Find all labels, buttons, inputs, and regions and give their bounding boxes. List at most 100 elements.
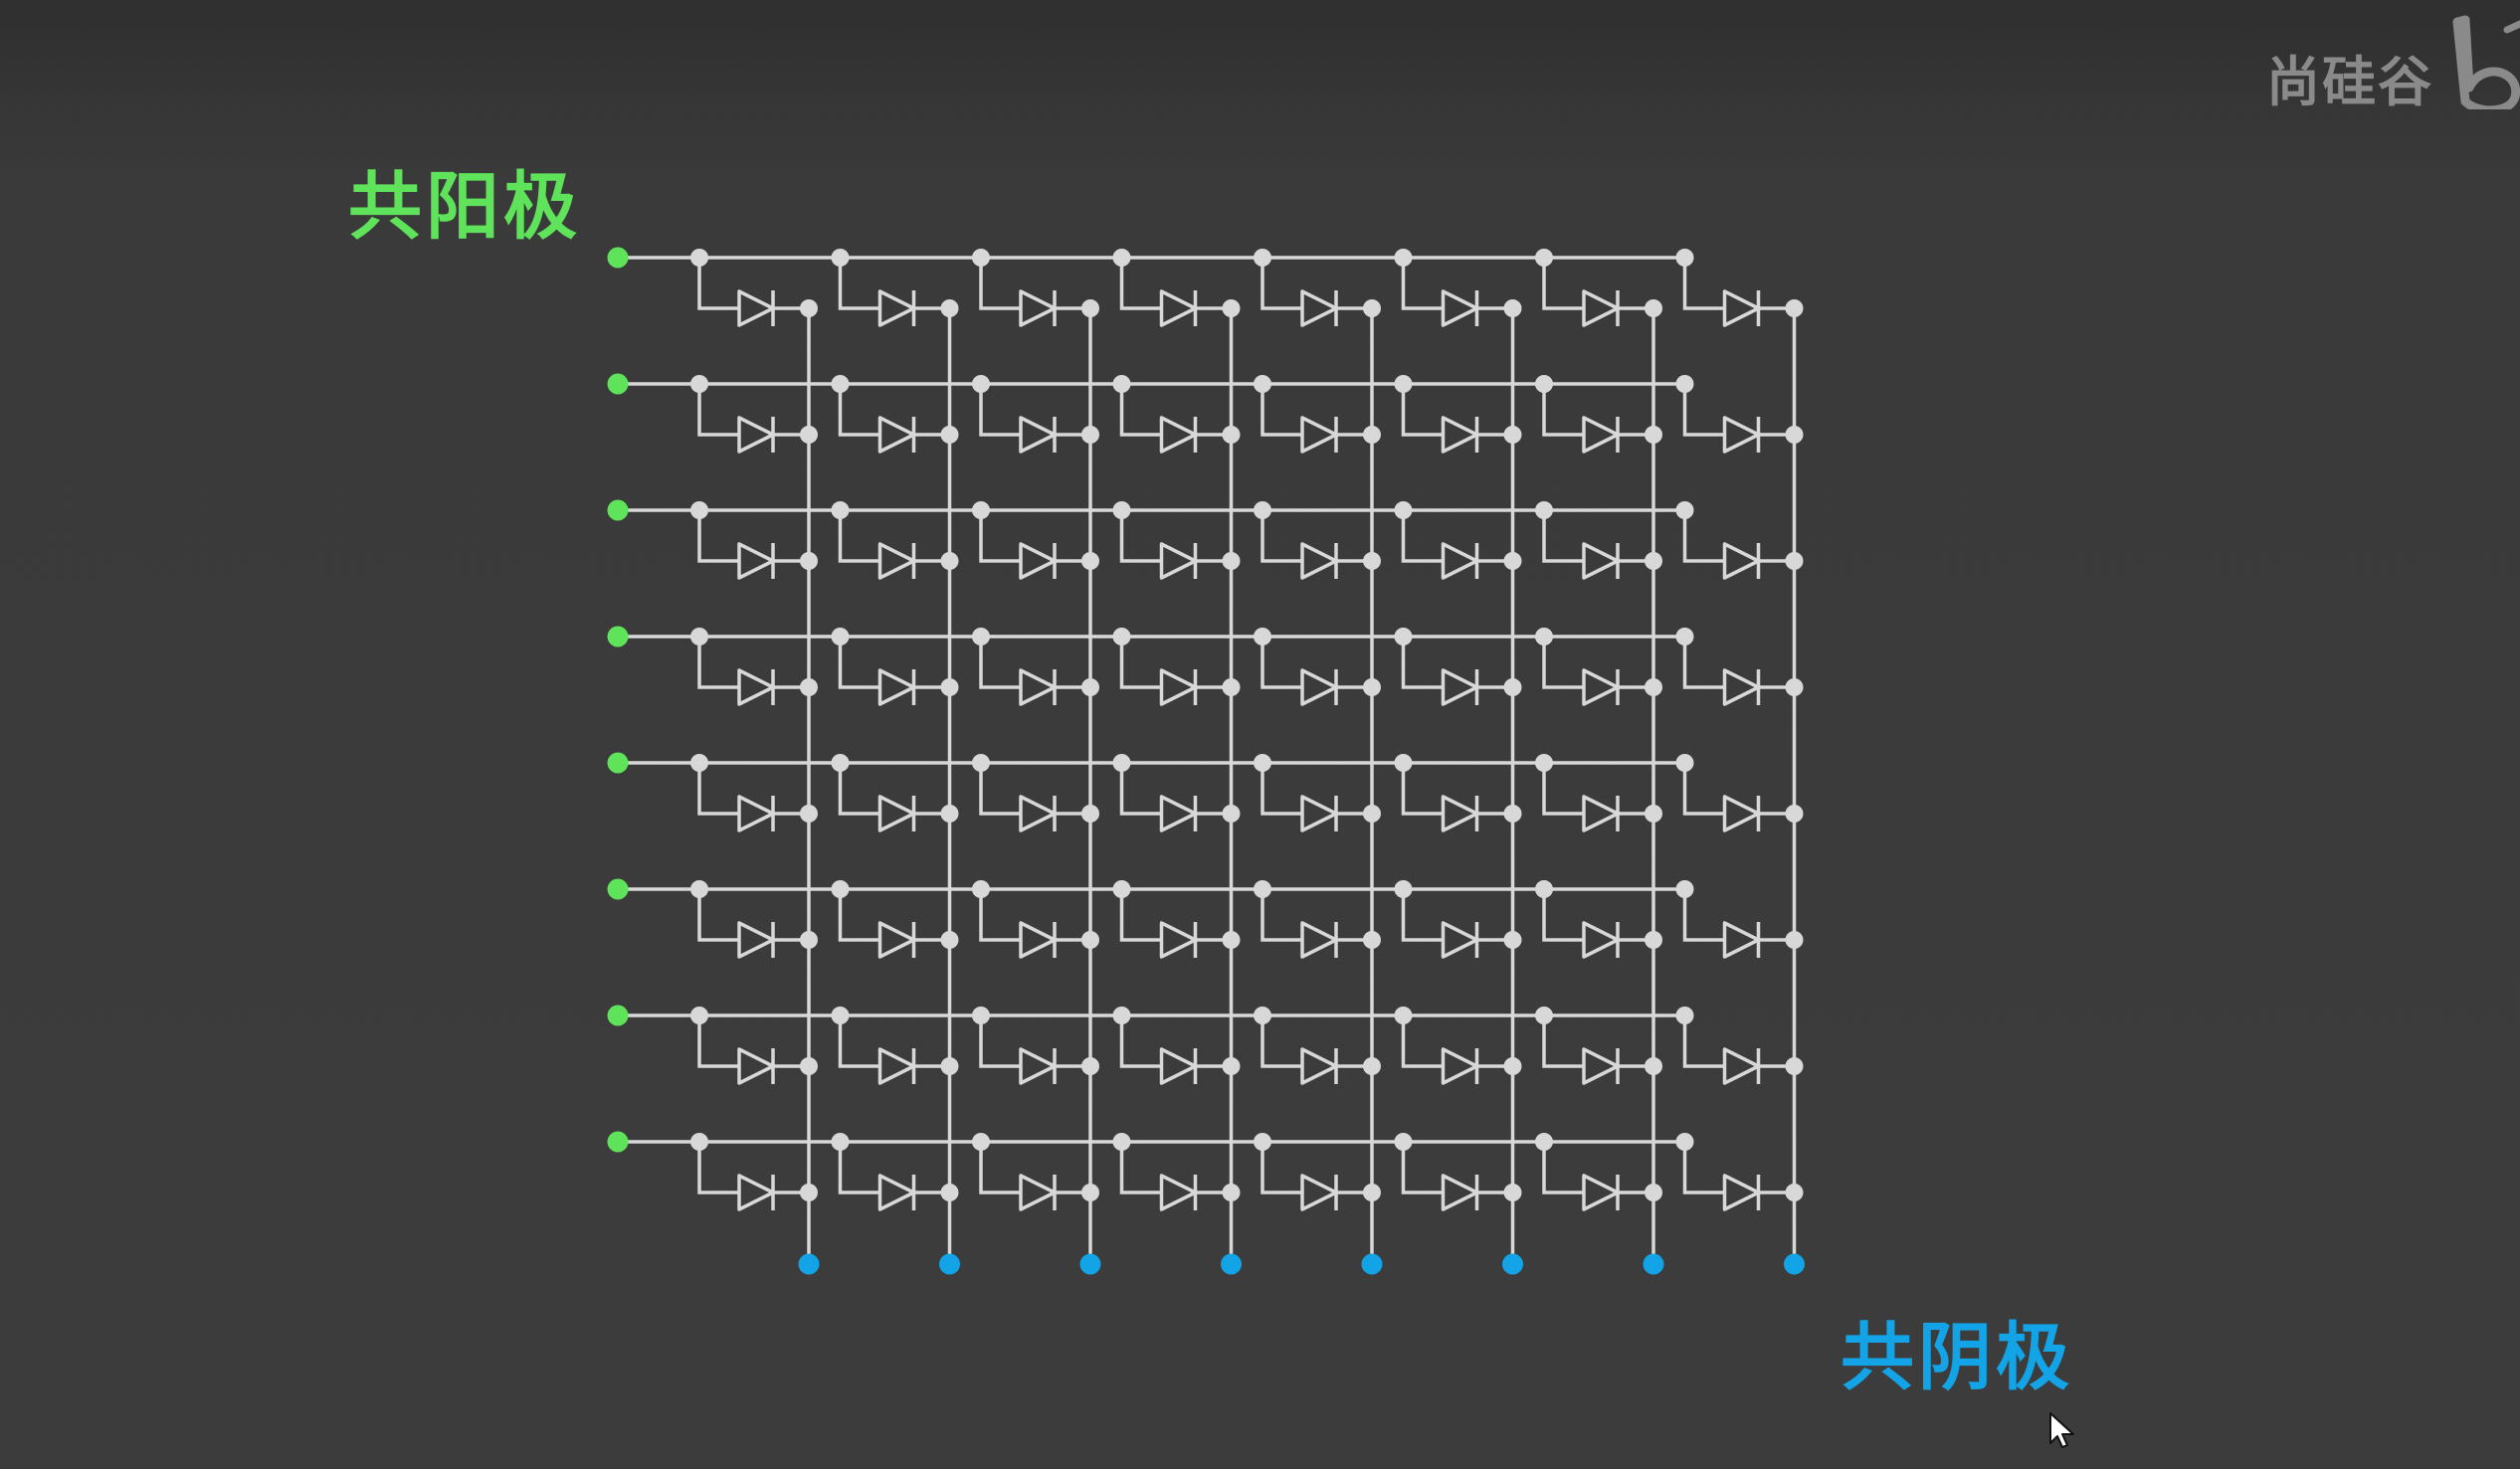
led-lead-wire (1260, 384, 1302, 437)
anode-junction-node (972, 628, 990, 645)
led-lead-wire (838, 510, 880, 563)
cathode-junction-node (1363, 805, 1381, 823)
led-diode-icon (737, 921, 775, 959)
cathode-junction-node (1645, 299, 1662, 317)
led-diode-icon (1019, 668, 1057, 706)
anode-junction-node (972, 1133, 990, 1151)
led-lead-wire (1119, 1142, 1162, 1194)
led-lead-wire (1542, 763, 1584, 816)
led-diode-icon (1722, 289, 1761, 327)
cathode-junction-node (1785, 931, 1804, 949)
led-lead-wire (1542, 510, 1584, 563)
led-diode-icon (877, 795, 916, 832)
cathode-junction-node (1503, 552, 1522, 570)
led-lead-wire (979, 1015, 1021, 1068)
anode-junction-node (831, 501, 850, 519)
cathode-junction-node (1222, 552, 1241, 570)
led-diode-icon (1300, 795, 1338, 832)
led-diode-icon (1722, 921, 1761, 959)
anode-junction-node (1254, 1133, 1271, 1151)
led-diode-icon (1300, 1047, 1338, 1085)
anode-junction-node (690, 375, 708, 393)
led-diode-icon (1019, 1047, 1057, 1085)
led-lead-wire (1260, 1142, 1302, 1194)
watermark-text: 尚硅谷 (2266, 51, 2433, 113)
led-diode-icon (1722, 795, 1761, 832)
led-lead-wire (697, 1015, 739, 1068)
cathode-junction-node (1081, 426, 1099, 444)
mouse-pointer-icon (2049, 1412, 2074, 1448)
led-lead-wire (1119, 889, 1162, 942)
anode-junction-node (1254, 754, 1271, 772)
led-diode-icon (877, 1047, 916, 1085)
led-lead-wire (1119, 510, 1162, 563)
led-lead-wire (697, 258, 739, 310)
cathode-junction-node (1645, 552, 1662, 570)
led-diode-icon (737, 542, 775, 580)
led-diode-icon (1159, 289, 1198, 327)
led-diode-icon (1582, 1047, 1620, 1085)
led-lead-wire (1682, 1015, 1725, 1068)
anode-junction-node (1254, 375, 1271, 393)
anode-junction-node (1112, 628, 1131, 645)
anode-junction-node (831, 754, 850, 772)
anode-terminal (607, 1131, 629, 1153)
led-lead-wire (1119, 637, 1162, 689)
cathode-junction-node (1081, 1184, 1099, 1201)
anode-junction-node (1394, 880, 1413, 898)
cathode-junction-node (1785, 1184, 1804, 1201)
led-diode-icon (1019, 416, 1057, 454)
anode-junction-node (1394, 1133, 1413, 1151)
anode-terminal (607, 626, 629, 647)
anode-junction-node (1394, 1007, 1413, 1024)
cathode-junction-node (1363, 1057, 1381, 1075)
anode-junction-node (1254, 880, 1271, 898)
anode-junction-node (1675, 249, 1694, 267)
anode-junction-node (1535, 628, 1553, 645)
led-diode-icon (1582, 668, 1620, 706)
anode-junction-node (1254, 1007, 1271, 1024)
anode-junction-node (1254, 249, 1271, 267)
led-diode-icon (1722, 416, 1761, 454)
anode-junction-node (831, 249, 850, 267)
led-diode-icon (1722, 1047, 1761, 1085)
anode-junction-node (690, 1133, 708, 1151)
cathode-junction-node (1503, 1184, 1522, 1201)
led-lead-wire (838, 384, 880, 437)
led-diode-icon (1582, 921, 1620, 959)
led-lead-wire (1682, 510, 1725, 563)
led-lead-wire (1542, 637, 1584, 689)
led-diode-icon (1159, 1174, 1198, 1211)
anode-junction-node (1675, 501, 1694, 519)
cathode-junction-node (1222, 1184, 1241, 1201)
cathode-junction-node (940, 931, 959, 949)
cathode-junction-node (1785, 299, 1804, 317)
cathode-junction-node (1222, 805, 1241, 823)
led-lead-wire (1542, 384, 1584, 437)
led-diode-icon (877, 289, 916, 327)
anode-terminal (607, 878, 629, 900)
anode-junction-node (1254, 628, 1271, 645)
led-lead-wire (979, 510, 1021, 563)
cathode-junction-node (1222, 1057, 1241, 1075)
cathode-junction-node (1645, 678, 1662, 696)
cathode-junction-node (1645, 1184, 1662, 1201)
led-lead-wire (1682, 889, 1725, 942)
led-diode-icon (1582, 416, 1620, 454)
anode-terminal (607, 752, 629, 774)
cathode-junction-node (1503, 678, 1522, 696)
cathode-junction-node (800, 805, 818, 823)
anode-terminal (607, 247, 629, 269)
cathode-junction-node (1645, 931, 1662, 949)
led-diode-icon (1019, 921, 1057, 959)
led-lead-wire (1119, 258, 1162, 310)
anode-junction-node (972, 375, 990, 393)
cathode-junction-node (1081, 805, 1099, 823)
anode-junction-node (1675, 628, 1694, 645)
cathode-junction-node (940, 1057, 959, 1075)
led-diode-icon (1582, 289, 1620, 327)
led-lead-wire (1260, 258, 1302, 310)
led-lead-wire (979, 384, 1021, 437)
anode-junction-node (690, 1007, 708, 1024)
led-lead-wire (979, 258, 1021, 310)
